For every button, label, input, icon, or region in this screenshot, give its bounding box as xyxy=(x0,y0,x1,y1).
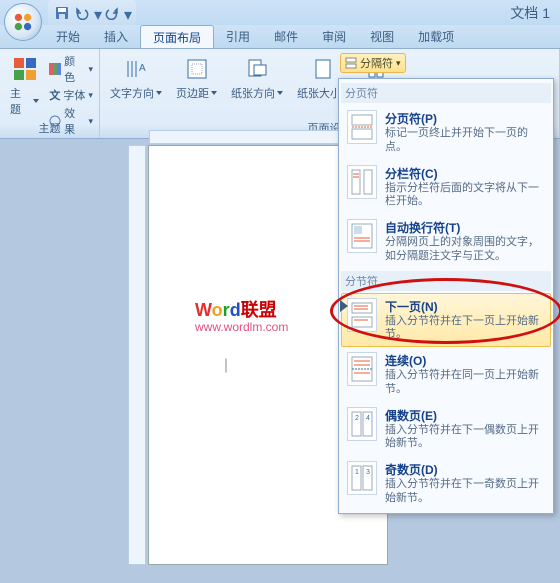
option-desc: 插入分节符并在下一偶数页上开始新节。 xyxy=(385,424,545,452)
qat-customize-icon[interactable]: ▾ xyxy=(124,5,130,21)
chevron-down-icon xyxy=(33,99,39,103)
quick-access-toolbar: ▾ ▾ xyxy=(48,0,136,25)
group-themes: 主题 颜色▾ 文字体▾ 效果▾ 主题 xyxy=(0,49,100,138)
tab-mailings[interactable]: 邮件 xyxy=(262,25,310,48)
chevron-down-icon xyxy=(211,91,217,95)
breaks-dropdown: 分页符 分页符(P)标记一页终止并开始下一页的点。分栏符(C)指示分栏符后面的文… xyxy=(338,78,554,514)
text-direction-icon: A xyxy=(122,55,150,83)
break-option-even-page[interactable]: 24 偶数页(E)插入分节符并在下一偶数页上开始新节。 xyxy=(341,402,551,457)
save-icon[interactable] xyxy=(54,5,70,21)
watermark-logo: Word联盟 xyxy=(195,296,277,322)
app-title: 文档 1 xyxy=(510,3,550,23)
tab-review[interactable]: 审阅 xyxy=(310,25,358,48)
option-desc: 插入分节符并在下一奇数页上开始新节。 xyxy=(385,478,545,506)
option-title: 分页符(P) xyxy=(385,110,545,127)
breaks-button[interactable]: 分隔符 ▾ xyxy=(340,53,406,73)
svg-text:1: 1 xyxy=(355,469,359,476)
dropdown-section-page-breaks: 分页符 xyxy=(341,83,551,103)
option-desc: 指示分栏符后面的文字将从下一栏开始。 xyxy=(385,182,545,210)
even-page-icon: 24 xyxy=(347,407,377,441)
office-button[interactable] xyxy=(4,3,42,41)
vertical-ruler xyxy=(128,145,146,565)
svg-text:4: 4 xyxy=(366,415,370,422)
break-option-column-break[interactable]: 分栏符(C)指示分栏符后面的文字将从下一栏开始。 xyxy=(341,160,551,215)
option-desc: 插入分节符并在同一页上开始新节。 xyxy=(385,369,545,397)
option-title: 连续(O) xyxy=(385,352,545,369)
watermark-url: www.wordlm.com xyxy=(195,320,288,334)
break-option-page-break[interactable]: 分页符(P)标记一页终止并开始下一页的点。 xyxy=(341,105,551,160)
wrap-break-icon xyxy=(347,219,377,253)
text-cursor: ｜ xyxy=(219,356,233,376)
orientation-icon xyxy=(243,55,271,83)
chevron-down-icon xyxy=(156,91,162,95)
chevron-down-icon xyxy=(277,91,283,95)
undo-icon[interactable] xyxy=(74,5,90,21)
title-bar: ▾ ▾ 文档 1 xyxy=(0,0,560,25)
size-icon xyxy=(309,55,337,83)
continuous-icon xyxy=(347,352,377,386)
break-option-wrap-break[interactable]: 自动换行符(T)分隔网页上的对象周围的文字，如分隔题注文字与正文。 xyxy=(341,214,551,269)
ribbon-tabs: 开始 插入 页面布局 引用 邮件 审阅 视图 加载项 xyxy=(0,25,560,49)
tab-view[interactable]: 视图 xyxy=(358,25,406,48)
break-option-next-page[interactable]: 下一页(N)插入分节符并在下一页上开始新节。 xyxy=(341,293,551,348)
theme-fonts[interactable]: 文字体▾ xyxy=(49,87,93,103)
hover-indicator-arrow xyxy=(340,300,348,312)
option-desc: 标记一页终止并开始下一页的点。 xyxy=(385,127,545,155)
odd-page-icon: 13 xyxy=(347,461,377,495)
next-page-icon xyxy=(347,298,377,332)
option-title: 下一页(N) xyxy=(385,298,545,315)
option-title: 自动换行符(T) xyxy=(385,219,545,236)
svg-text:A: A xyxy=(139,63,146,74)
option-title: 奇数页(D) xyxy=(385,461,545,478)
margins-icon xyxy=(183,55,211,83)
tab-addins[interactable]: 加载项 xyxy=(406,25,466,48)
option-title: 偶数页(E) xyxy=(385,407,545,424)
tab-references[interactable]: 引用 xyxy=(214,25,262,48)
tab-home[interactable]: 开始 xyxy=(44,25,92,48)
column-break-icon xyxy=(347,165,377,199)
option-title: 分栏符(C) xyxy=(385,165,545,182)
dropdown-section-section-breaks: 分节符 xyxy=(341,271,551,291)
breaks-label: 分隔符 xyxy=(360,55,393,71)
svg-text:2: 2 xyxy=(355,415,359,422)
break-option-continuous[interactable]: 连续(O)插入分节符并在同一页上开始新节。 xyxy=(341,347,551,402)
redo-icon[interactable] xyxy=(104,5,120,21)
break-option-odd-page[interactable]: 13 奇数页(D)插入分节符并在下一奇数页上开始新节。 xyxy=(341,456,551,511)
theme-colors[interactable]: 颜色▾ xyxy=(49,53,93,85)
qat-dropdown-icon[interactable]: ▾ xyxy=(94,5,100,21)
tab-page-layout[interactable]: 页面布局 xyxy=(140,25,214,48)
page-break-icon xyxy=(347,110,377,144)
tab-insert[interactable]: 插入 xyxy=(92,25,140,48)
option-desc: 插入分节符并在下一页上开始新节。 xyxy=(385,315,545,343)
themes-label: 主题 xyxy=(10,85,31,117)
group-themes-label: 主题 xyxy=(0,120,99,136)
option-desc: 分隔网页上的对象周围的文字，如分隔题注文字与正文。 xyxy=(385,236,545,264)
svg-text:3: 3 xyxy=(366,469,370,476)
